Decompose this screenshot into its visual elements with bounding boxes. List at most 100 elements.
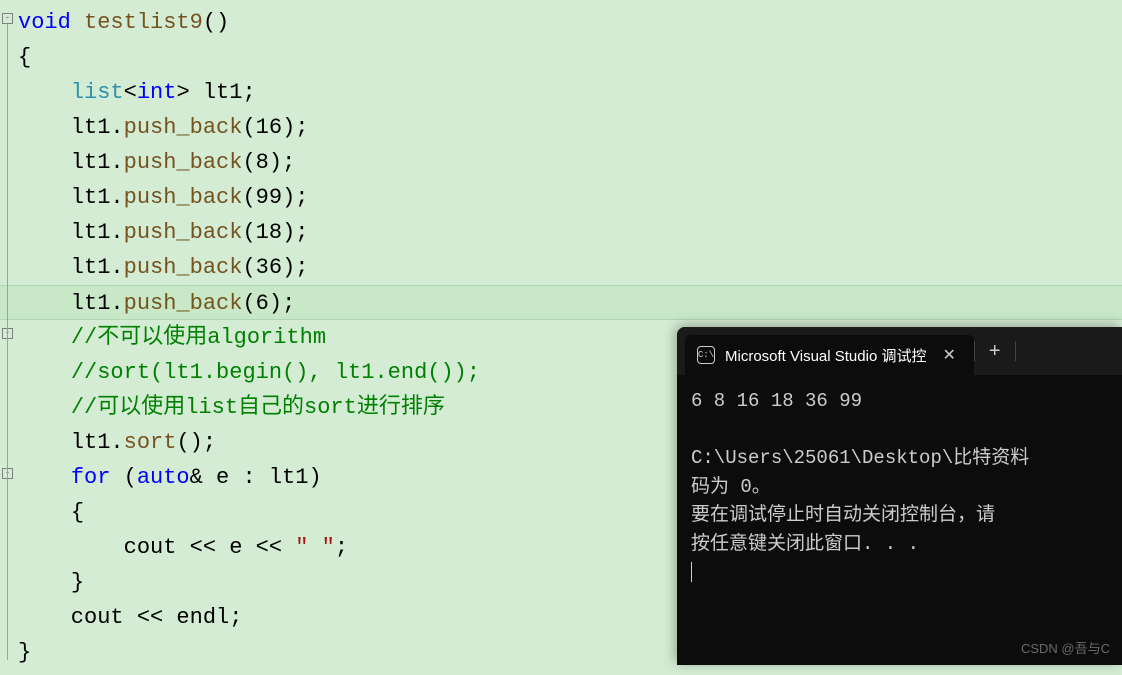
code-token: lt1. <box>18 220 124 245</box>
code-token: //sort(lt1.begin(), lt1.end()); <box>71 360 480 385</box>
code-token: lt1. <box>18 150 124 175</box>
code-token: 18 <box>256 220 282 245</box>
code-token: { <box>71 500 84 525</box>
code-token: lt1. <box>18 255 124 280</box>
code-token <box>18 360 71 385</box>
code-token: ; <box>295 220 308 245</box>
fold-guide-line <box>7 24 8 660</box>
code-token: << <box>190 535 216 560</box>
code-token: () <box>176 430 202 455</box>
code-token: " " <box>295 535 335 560</box>
code-token: } <box>71 570 84 595</box>
code-line[interactable]: lt1.push_back(8); <box>0 145 1122 180</box>
code-token: lt1. <box>18 115 124 140</box>
code-token: ) <box>282 255 295 280</box>
code-token: list <box>71 80 124 105</box>
code-token: ) <box>282 185 295 210</box>
terminal-tab-title: Microsoft Visual Studio 调试控 <box>725 345 926 366</box>
output-line: 要在调试停止时自动关闭控制台，请 <box>691 504 995 526</box>
close-icon[interactable]: ✕ <box>936 345 961 365</box>
code-token <box>18 500 71 525</box>
code-token: ; <box>295 185 308 210</box>
code-token <box>18 80 71 105</box>
code-token: ; <box>203 430 216 455</box>
code-token: sort <box>124 430 177 455</box>
code-line[interactable]: lt1.push_back(16); <box>0 110 1122 145</box>
code-token: ( <box>242 291 255 316</box>
tab-divider <box>1015 341 1016 361</box>
code-token: cout <box>18 605 137 630</box>
watermark: CSDN @吾与C <box>1021 638 1110 657</box>
code-token: push_back <box>124 185 243 210</box>
add-tab-button[interactable]: + <box>975 340 1015 363</box>
code-token: push_back <box>124 115 243 140</box>
code-token <box>71 10 84 35</box>
code-line[interactable]: { <box>0 40 1122 75</box>
code-token: for <box>71 465 111 490</box>
code-token: lt1 <box>203 80 243 105</box>
code-line[interactable]: lt1.push_back(18); <box>0 215 1122 250</box>
code-token: << <box>137 605 163 630</box>
code-token: & <box>190 465 216 490</box>
code-token: lt1. <box>18 185 124 210</box>
code-token: << <box>256 535 282 560</box>
code-token <box>18 570 71 595</box>
code-token: ( <box>242 185 255 210</box>
code-token <box>282 535 295 560</box>
code-line[interactable]: void testlist9() <box>0 5 1122 40</box>
code-token: 16 <box>256 115 282 140</box>
code-token: push_back <box>124 291 243 316</box>
terminal-tab[interactable]: C:\ Microsoft Visual Studio 调试控 ✕ <box>685 335 974 375</box>
code-token: auto <box>137 465 190 490</box>
code-token: ; <box>282 150 295 175</box>
code-token: 99 <box>256 185 282 210</box>
code-token: 6 <box>256 291 269 316</box>
terminal-cursor <box>691 562 692 582</box>
code-token: : <box>229 465 269 490</box>
code-token: ( <box>242 220 255 245</box>
code-token: ) <box>269 291 282 316</box>
code-token: lt1. <box>18 291 124 316</box>
code-token <box>18 325 71 350</box>
code-line[interactable]: lt1.push_back(36); <box>0 250 1122 285</box>
code-token: push_back <box>124 255 243 280</box>
terminal-output[interactable]: 6 8 16 18 36 99 C:\Users\25061\Desktop\比… <box>677 375 1122 599</box>
code-token: ) <box>282 220 295 245</box>
code-token: ; <box>295 115 308 140</box>
code-line[interactable]: lt1.push_back(6); <box>0 285 1122 320</box>
code-token: ( <box>124 465 137 490</box>
code-token: lt1. <box>18 430 124 455</box>
code-token: e <box>216 465 229 490</box>
code-token <box>110 465 123 490</box>
code-token: lt1 <box>269 465 309 490</box>
code-token: 36 <box>256 255 282 280</box>
code-token: ( <box>242 255 255 280</box>
code-token: ( <box>242 150 255 175</box>
code-token: int <box>137 80 177 105</box>
code-token: void <box>18 10 71 35</box>
code-token: push_back <box>124 220 243 245</box>
output-line: C:\Users\25061\Desktop\比特资料 <box>691 447 1029 469</box>
code-token: //可以使用list自己的sort进行排序 <box>71 395 445 420</box>
output-line: 按任意键关闭此窗口. . . <box>691 533 919 555</box>
code-token: > <box>176 80 202 105</box>
code-token: ; <box>242 80 255 105</box>
code-token: () <box>203 10 229 35</box>
code-token: ; <box>295 255 308 280</box>
code-line[interactable]: list<int> lt1; <box>0 75 1122 110</box>
code-token: e <box>216 535 256 560</box>
code-token: 8 <box>256 150 269 175</box>
terminal-titlebar: C:\ Microsoft Visual Studio 调试控 ✕ + <box>677 327 1122 375</box>
code-token: } <box>18 640 31 665</box>
code-token: ; <box>229 605 242 630</box>
code-token: push_back <box>124 150 243 175</box>
code-token: ; <box>335 535 348 560</box>
fold-toggle-icon[interactable]: - <box>2 13 13 24</box>
code-token: //不可以使用algorithm <box>71 325 326 350</box>
code-token: ) <box>308 465 321 490</box>
code-token: testlist9 <box>84 10 203 35</box>
code-token <box>18 465 71 490</box>
fold-gutter: --- <box>0 0 16 675</box>
code-token: cout <box>18 535 190 560</box>
code-line[interactable]: lt1.push_back(99); <box>0 180 1122 215</box>
